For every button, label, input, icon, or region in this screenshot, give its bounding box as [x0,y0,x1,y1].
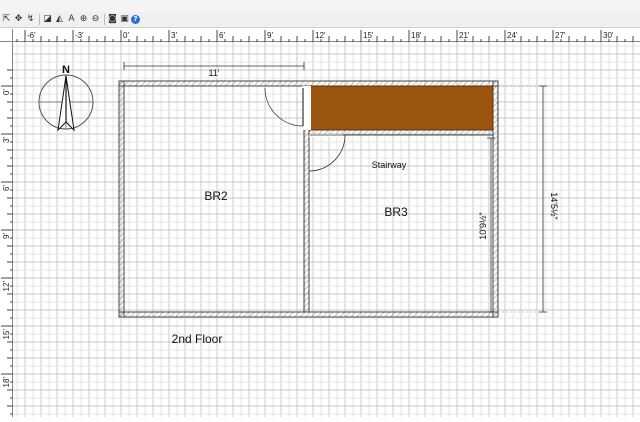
room-label-br3[interactable]: BR3 [384,205,408,219]
dimension-inner-height[interactable]: 10'9½" [478,212,488,239]
ruler-label: -6' [27,31,36,40]
room-label-br2[interactable]: BR2 [204,189,228,203]
ruler-label: -3' [75,31,84,40]
ruler-label: 15' [2,329,11,340]
dimension-top-width[interactable]: 11' [208,68,219,78]
ruler-label: 30' [603,31,614,40]
horizontal-ruler: -6' -3' 0' 3' 6' 9' 12' 15' 18' 21' 24' 27' 30' [13,29,640,42]
stairway-block[interactable] [308,85,494,131]
ruler-label: 18' [2,377,11,388]
compass: N [38,64,94,132]
ruler-label: 24' [507,31,518,40]
ruler-label: 27' [555,31,566,40]
ruler-label: 0' [123,31,129,40]
room-label-stairway[interactable]: Stairway [372,160,407,170]
ruler-corner[interactable] [0,29,13,42]
plan-canvas[interactable]: N BR2 BR3 Stairway 2nd Floor 11' 14'5½" 10'9½" [0,0,640,417]
ruler-label: 9' [267,31,273,40]
wall-top[interactable] [118,80,499,87]
ruler-label: 21' [459,31,470,40]
ruler-label: 18' [411,31,422,40]
wall-right[interactable] [492,80,499,318]
wall-left[interactable] [118,80,125,318]
vertical-ruler: 0' 3' 6' 9' 12' 15' 18' [0,42,13,417]
level-label[interactable]: 2nd Floor [172,332,223,346]
compass-north-label: N [62,64,70,76]
wall-bottom[interactable] [118,311,499,318]
ruler-label: 15' [363,31,374,40]
ruler-label: 9' [2,233,11,239]
ruler-label: 12' [315,31,326,40]
ruler-label: 12' [2,281,11,292]
ruler-label: 3' [2,137,11,143]
ruler-label: 3' [171,31,177,40]
ruler-label: 6' [2,185,11,191]
ruler-label: 0' [2,89,11,95]
ruler-label: 6' [219,31,225,40]
dimension-right-height[interactable]: 14'5½" [549,192,559,219]
